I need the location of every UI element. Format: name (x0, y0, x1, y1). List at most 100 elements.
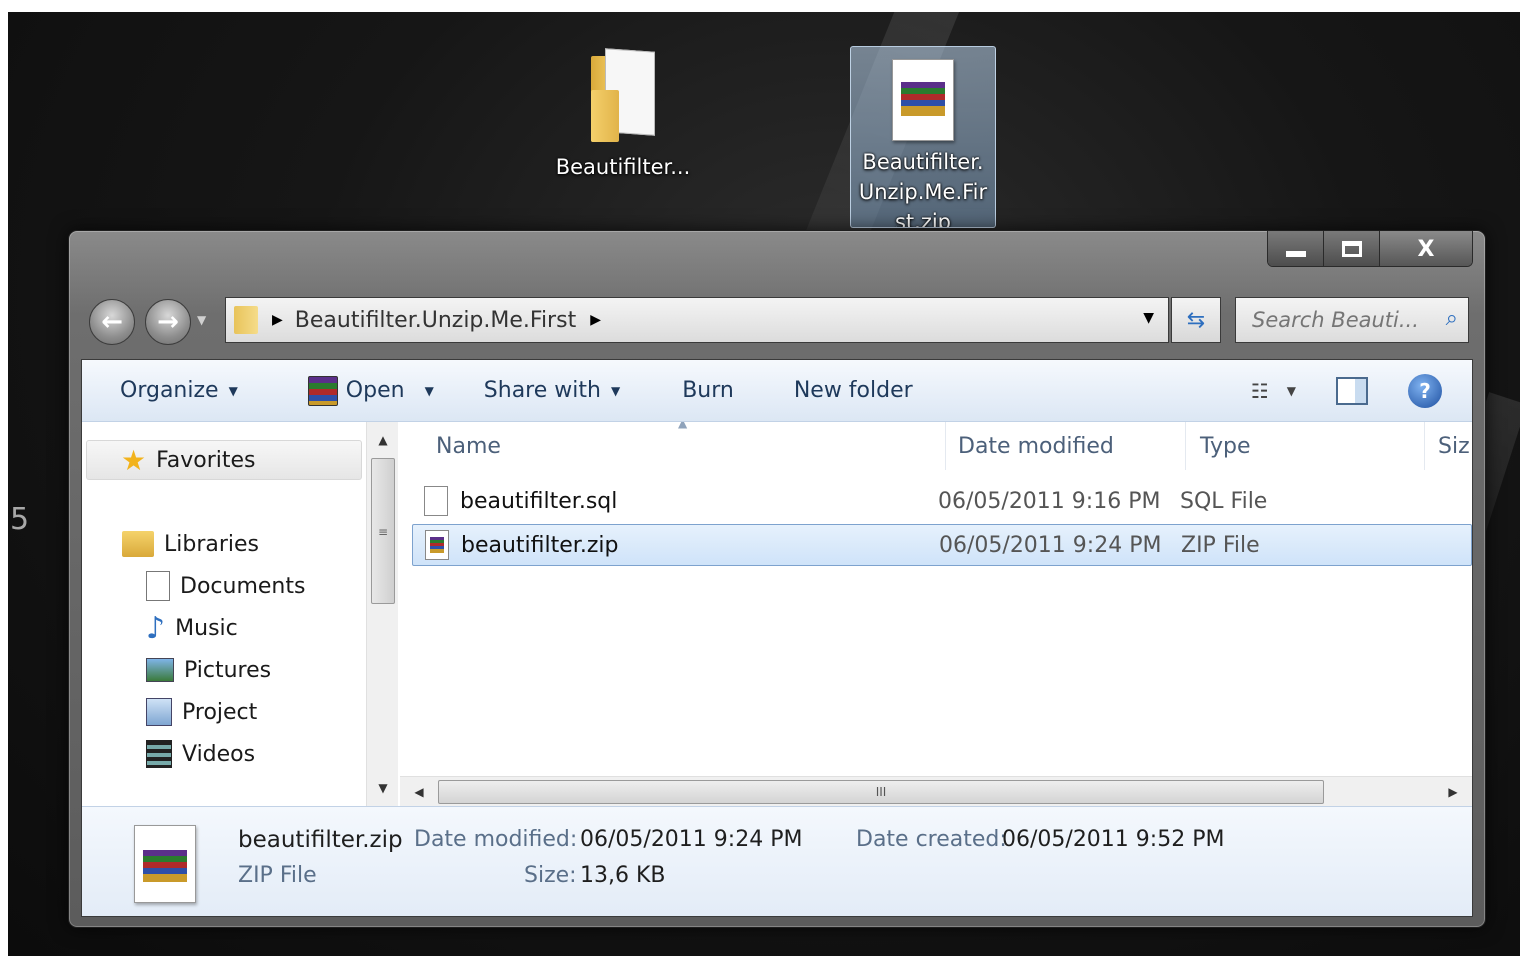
details-size: 13,6 KB (580, 863, 666, 888)
chevron-down-icon[interactable]: ▼ (1143, 310, 1154, 326)
sidebar-item-label: Project (182, 699, 258, 725)
chevron-down-icon: ▼ (228, 383, 238, 398)
file-list: ▲ Name Date modified Type Siz beautifilt… (400, 422, 1472, 776)
chevron-down-icon: ▼ (424, 383, 434, 398)
sidebar-item-favorites[interactable]: ★ Favorites (86, 440, 362, 480)
zip-file-icon (425, 530, 449, 560)
column-header-type[interactable]: Type (1200, 434, 1251, 464)
search-icon: ⌕ (1445, 306, 1458, 331)
sql-file-icon (424, 486, 448, 516)
scroll-left-icon[interactable]: ◀ (404, 777, 434, 807)
desktop-folder-label: Beautifilter... (555, 155, 691, 179)
sidebar-item-documents[interactable]: Documents (146, 566, 305, 606)
recent-pages-dropdown[interactable]: ▼ (197, 313, 206, 327)
sidebar-item-label: Music (175, 615, 238, 641)
zip-file-icon (134, 825, 196, 903)
new-folder-button[interactable]: New folder (794, 378, 913, 403)
address-bar[interactable]: ▶ Beautifilter.Unzip.Me.First ▶ ▼ (225, 297, 1169, 343)
chevron-right-icon[interactable]: ▶ (590, 312, 601, 328)
scrollbar-thumb[interactable]: ≡ (371, 458, 395, 604)
organize-button[interactable]: Organize ▼ (120, 378, 238, 403)
document-icon (146, 571, 170, 601)
details-pane: beautifilter.zip ZIP File Date modified:… (82, 806, 1472, 916)
explorer-window: X ← → ▼ ▶ Beautifilter.Unzip.Me.First ▶ … (68, 230, 1486, 928)
sort-ascending-icon: ▲ (678, 422, 688, 430)
sidebar-item-label: Documents (180, 573, 306, 599)
column-separator[interactable] (1424, 422, 1425, 470)
scrollbar-thumb[interactable]: III (438, 780, 1324, 804)
column-separator[interactable] (945, 422, 946, 470)
column-separator[interactable] (1185, 422, 1186, 470)
scroll-right-icon[interactable]: ▶ (1438, 777, 1468, 807)
search-input[interactable] (1250, 307, 1430, 333)
column-header-size[interactable]: Siz (1438, 434, 1470, 464)
file-type: SQL File (1180, 488, 1268, 514)
minimize-icon (1285, 251, 1306, 257)
sidebar-item-pictures[interactable]: Pictures (146, 650, 271, 690)
preview-pane-icon[interactable] (1336, 377, 1368, 405)
chevron-down-icon[interactable]: ▼ (1287, 384, 1296, 398)
close-icon: X (1417, 236, 1435, 262)
navigation-pane-scrollbar[interactable]: ▲ ≡ ▼ (366, 422, 398, 806)
winrar-icon (307, 375, 338, 406)
details-date-modified: 06/05/2011 9:24 PM (580, 827, 803, 852)
command-bar: Organize ▼ Open ▼ Share with ▼ Burn New … (82, 360, 1472, 422)
file-date-modified: 06/05/2011 9:24 PM (939, 532, 1162, 558)
open-button[interactable]: Open ▼ (307, 375, 434, 406)
back-button[interactable]: ← (89, 299, 135, 345)
sidebar-item-libraries[interactable]: Libraries (122, 524, 259, 564)
column-header-name[interactable]: Name (436, 434, 501, 464)
desktop-zip-file[interactable]: Beautifilter.Unzip.Me.First.zip (850, 46, 996, 228)
navigation-bar: ← → ▼ ▶ Beautifilter.Unzip.Me.First ▶ ▼ … (87, 297, 1469, 345)
project-library-icon (146, 698, 172, 726)
help-icon[interactable]: ? (1408, 374, 1442, 408)
table-row[interactable]: beautifilter.sql 06/05/2011 9:16 PM SQL … (412, 480, 1472, 522)
forward-button[interactable]: → (145, 299, 191, 345)
maximize-button[interactable] (1324, 231, 1380, 266)
share-with-button[interactable]: Share with ▼ (484, 378, 620, 403)
sidebar-item-label: Videos (182, 741, 256, 767)
details-date-modified-label: Date modified: (414, 827, 578, 852)
sidebar-item-label: Favorites (156, 447, 256, 473)
back-arrow-icon: ← (101, 307, 123, 337)
sidebar-item-music[interactable]: ♪ Music (146, 608, 238, 648)
close-button[interactable]: X (1380, 231, 1472, 266)
details-date-created-label: Date created: (856, 827, 1007, 852)
chevron-down-icon: ▼ (610, 383, 621, 398)
sidebar-item-project[interactable]: Project (146, 692, 257, 732)
explorer-body: Organize ▼ Open ▼ Share with ▼ Burn New … (81, 359, 1473, 917)
libraries-icon (122, 531, 154, 557)
search-box[interactable]: ⌕ (1235, 297, 1469, 343)
video-icon (146, 740, 172, 768)
desktop-folder[interactable]: Beautifilter... (548, 42, 698, 192)
horizontal-scrollbar[interactable]: ◀ III ▶ (400, 776, 1472, 806)
open-label: Open (345, 378, 405, 403)
scroll-up-icon[interactable]: ▲ (367, 426, 399, 454)
details-filename: beautifilter.zip (238, 827, 403, 853)
file-date-modified: 06/05/2011 9:16 PM (938, 488, 1161, 514)
folder-icon (234, 306, 258, 334)
view-controls: ☷ ▼ ? (1251, 360, 1472, 422)
refresh-icon: ⇆ (1186, 307, 1206, 333)
burn-button[interactable]: Burn (682, 378, 734, 403)
forward-arrow-icon: → (157, 307, 179, 337)
scroll-down-icon[interactable]: ▼ (367, 774, 399, 802)
breadcrumb[interactable]: Beautifilter.Unzip.Me.First (295, 308, 576, 333)
refresh-button[interactable]: ⇆ (1171, 297, 1221, 343)
burn-label: Burn (682, 378, 734, 403)
column-header-date-modified[interactable]: Date modified (958, 434, 1114, 464)
sidebar-item-videos[interactable]: Videos (146, 734, 255, 774)
chevron-right-icon[interactable]: ▶ (272, 312, 283, 328)
minimize-button[interactable] (1268, 231, 1324, 266)
details-date-created: 06/05/2011 9:52 PM (1002, 827, 1225, 852)
change-view-icon[interactable]: ☷ (1251, 379, 1269, 403)
file-type: ZIP File (1181, 532, 1260, 558)
table-row[interactable]: beautifilter.zip 06/05/2011 9:24 PM ZIP … (412, 524, 1472, 566)
details-size-label: Size: (524, 863, 577, 888)
organize-label: Organize (120, 378, 219, 403)
file-name: beautifilter.zip (461, 532, 619, 558)
sidebar-item-label: Libraries (164, 531, 260, 557)
zip-file-icon (892, 59, 954, 141)
share-with-label: Share with (483, 378, 601, 403)
navigation-pane: ★ Favorites Libraries Documents ♪ Music … (82, 422, 398, 806)
